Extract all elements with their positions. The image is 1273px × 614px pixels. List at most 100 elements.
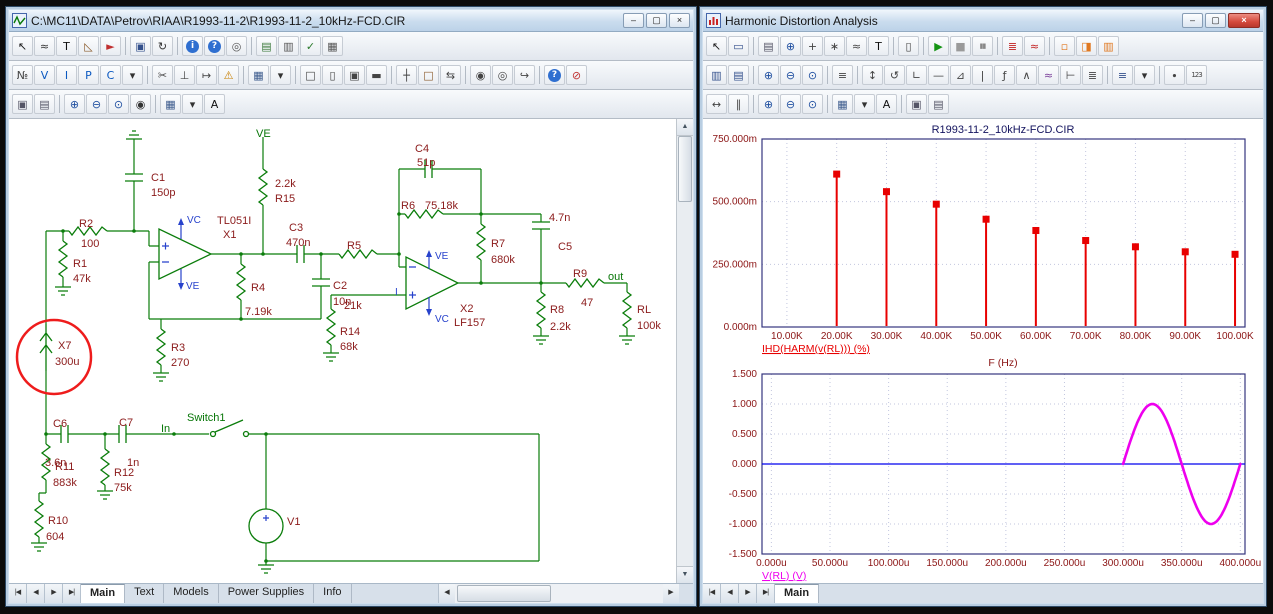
part-R7[interactable]: R7 680k <box>477 224 515 266</box>
exit-analysis-button[interactable]: ▥ <box>1098 36 1119 56</box>
stop-mode-button[interactable]: ⊘ <box>566 65 587 85</box>
tab-info[interactable]: Info <box>314 584 351 603</box>
workbook-mode-button[interactable]: ▤ <box>758 36 779 56</box>
zoom-out-button[interactable]: ⊖ <box>780 65 801 85</box>
split-vertical-button[interactable]: ▤ <box>728 65 749 85</box>
select-arrow-button[interactable]: ↖ <box>706 36 727 56</box>
properties-button[interactable]: ≡ <box>832 65 853 85</box>
grid-dropdown-button[interactable]: ▾ <box>270 65 291 85</box>
help-mode2-button[interactable]: ? <box>544 65 565 85</box>
hscroll-track[interactable] <box>455 584 663 603</box>
part-R15[interactable]: 2.2k R15 <box>259 169 296 205</box>
scope-mode-button[interactable]: ≈ <box>846 36 867 56</box>
graphics-mode-button[interactable]: ◺ <box>78 36 99 56</box>
node-numbers-button[interactable]: № <box>12 65 33 85</box>
part-C3[interactable]: C3 470n <box>286 222 310 263</box>
buffer-button[interactable]: ≣ <box>1082 65 1103 85</box>
watch-button[interactable]: ◨ <box>1076 36 1097 56</box>
restore-scale-button[interactable]: ↺ <box>884 65 905 85</box>
part-R4[interactable]: R4 7.19k <box>237 264 272 318</box>
pin-powers-button[interactable]: P <box>78 65 99 85</box>
prev-page-button[interactable]: ◀ <box>27 584 45 603</box>
close-button[interactable] <box>669 13 690 28</box>
zoom-in-button[interactable]: ⊕ <box>758 94 779 114</box>
part-R2[interactable]: R2 100 <box>69 218 107 250</box>
rotate-mode-button[interactable]: ↻ <box>152 36 173 56</box>
node-voltages-button[interactable]: V <box>34 65 55 85</box>
dropdown2-button[interactable]: ▾ <box>182 94 203 114</box>
part-R5[interactable]: R5 21k <box>339 240 377 312</box>
info-mode-button[interactable]: i <box>182 36 203 56</box>
crosshair-button[interactable]: ┼ <box>396 65 417 85</box>
calculator-button[interactable]: ▦ <box>322 36 343 56</box>
find-part-button[interactable]: ◎ <box>226 36 247 56</box>
prev-page-button[interactable]: ◀ <box>721 584 739 603</box>
help-mode-button[interactable]: ? <box>204 36 225 56</box>
text-mode-button[interactable]: T <box>56 36 77 56</box>
minimize-button[interactable] <box>623 13 644 28</box>
part-C1[interactable]: C1 150p <box>125 172 175 199</box>
component-mode-button[interactable]: ▣ <box>130 36 151 56</box>
wire-mode-button[interactable]: ≈ <box>34 36 55 56</box>
zoom-in-button[interactable]: ⊕ <box>758 65 779 85</box>
schematic-titlebar[interactable]: C:\MC11\DATA\Petrov\RIAA\R1993-11-2\R199… <box>9 10 693 32</box>
part-V1[interactable]: V1 <box>249 509 300 543</box>
zoom-select-button[interactable]: ⊙ <box>108 94 129 114</box>
dynamic-ac-button[interactable]: ≈ <box>1024 36 1045 56</box>
vscroll-thumb[interactable] <box>678 136 692 202</box>
scroll-right-button[interactable]: ▶ <box>663 584 679 603</box>
tab-text[interactable]: Text <box>125 584 164 603</box>
zoom-out-button[interactable]: ⊖ <box>780 94 801 114</box>
monte-carlo-button[interactable]: ≈ <box>1038 65 1059 85</box>
wires[interactable] <box>39 137 627 565</box>
last-page-button[interactable]: ▶| <box>757 584 775 603</box>
zoom-out-button[interactable]: ⊖ <box>86 94 107 114</box>
tag-current-button[interactable]: ↦ <box>196 65 217 85</box>
grid-button[interactable]: ▦ <box>248 65 269 85</box>
log-y-button[interactable]: ⊿ <box>950 65 971 85</box>
lin-x-button[interactable]: — <box>928 65 949 85</box>
split-horizontal-button[interactable]: ▥ <box>706 65 727 85</box>
close-button[interactable] <box>1228 13 1260 28</box>
maximize-button[interactable] <box>646 13 667 28</box>
thumbnail-button[interactable]: ▫ <box>1054 36 1075 56</box>
part-R12[interactable]: R12 75k <box>101 449 134 494</box>
tab-main[interactable]: Main <box>775 584 819 603</box>
analysis-titlebar[interactable]: Harmonic Distortion Analysis <box>703 10 1263 32</box>
dropdown-button[interactable]: ▾ <box>122 65 143 85</box>
select-arrow-button[interactable]: ↖ <box>12 36 33 56</box>
tag-node-button[interactable]: ⊥ <box>174 65 195 85</box>
horizontal-scrollbar[interactable]: ◀ ▶ <box>438 584 679 603</box>
pan-mode-button[interactable]: + <box>802 36 823 56</box>
title-block-button[interactable]: ▬ <box>366 65 387 85</box>
zoom-select-button[interactable]: ⊙ <box>802 65 823 85</box>
dynamic-dc-button[interactable]: ≣ <box>1002 36 1023 56</box>
probe-mode-button[interactable]: ∗ <box>824 36 845 56</box>
font-select-button[interactable]: A <box>876 94 897 114</box>
schematic-canvas[interactable]: C1 150p R2 100 R1 47k X <box>9 119 693 583</box>
performance-button[interactable]: ∧ <box>1016 65 1037 85</box>
sheet-button[interactable]: ▯ <box>322 65 343 85</box>
first-page-button[interactable]: |◀ <box>703 584 721 603</box>
checkbox-button[interactable]: ✓ <box>300 36 321 56</box>
tab-models[interactable]: Models <box>164 584 218 603</box>
part-C4[interactable]: C4 51p <box>415 143 435 178</box>
cut-wire-button[interactable]: ✂ <box>152 65 173 85</box>
stack-dropdown-button[interactable]: ▾ <box>1134 65 1155 85</box>
warning-button[interactable]: ⚠ <box>218 65 239 85</box>
scroll-left-button[interactable]: ◀ <box>439 584 455 603</box>
stack-button[interactable]: ≡ <box>1112 65 1133 85</box>
zoom-select-button[interactable]: ⊙ <box>802 94 823 114</box>
cursor-mode-button[interactable]: ∥ <box>728 94 749 114</box>
scroll-up-button[interactable]: ▲ <box>677 119 693 136</box>
paste-page-button[interactable]: ▤ <box>928 94 949 114</box>
region-enable-button[interactable]: ▤ <box>256 36 277 56</box>
data-points-button[interactable]: ∙ <box>1164 65 1185 85</box>
run-button[interactable]: ▶ <box>928 36 949 56</box>
part-R14[interactable]: R14 68k <box>327 309 360 353</box>
part-Switch1[interactable]: Switch1 <box>187 412 249 437</box>
pause-button[interactable]: ▮▮ <box>972 36 993 56</box>
tab-main[interactable]: Main <box>81 584 125 603</box>
box-button[interactable]: □ <box>418 65 439 85</box>
copy-page-button[interactable]: ▣ <box>12 94 33 114</box>
